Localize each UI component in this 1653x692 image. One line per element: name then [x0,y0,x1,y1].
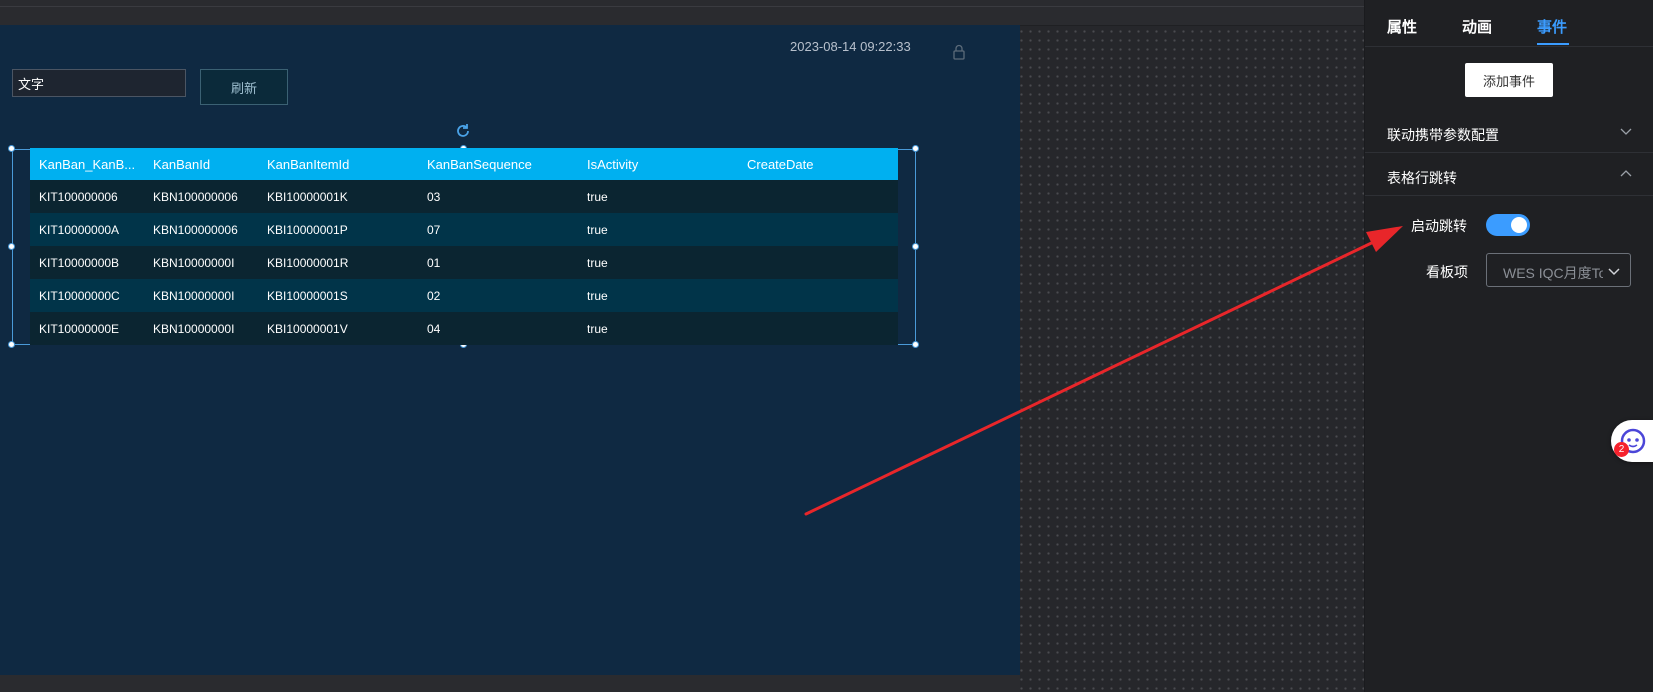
timestamp-display: 2023-08-14 09:22:33 [790,39,911,54]
table-cell: true [578,213,738,246]
data-table[interactable]: KanBan_KanB... KanBanId KanBanItemId Kan… [30,148,898,345]
text-input[interactable] [12,69,186,97]
table-cell: 03 [418,180,578,213]
column-header[interactable]: CreateDate [738,148,898,180]
resize-handle-bottom-left[interactable] [8,341,15,348]
panel-tabs: 属性 动画 事件 [1365,0,1653,47]
table-cell [738,279,898,312]
table-cell: true [578,246,738,279]
section-linkage-params[interactable]: 联动携带参数配置 [1365,111,1653,153]
table-cell: KBN10000000I [144,279,258,312]
enable-jump-label: 启动跳转 [1411,218,1467,234]
rotate-icon[interactable] [454,122,472,140]
tab-properties[interactable]: 属性 [1387,16,1417,37]
chevron-down-icon [1620,128,1632,135]
notification-badge: 2 [1614,442,1629,457]
column-header[interactable]: KanBan_KanB... [30,148,144,180]
add-event-button[interactable]: 添加事件 [1465,63,1553,97]
table-cell: true [578,180,738,213]
table-cell: KIT10000000C [30,279,144,312]
table-row[interactable]: KIT100000006 KBN100000006 KBI10000001K 0… [30,180,898,213]
table-cell: KIT10000000B [30,246,144,279]
table-cell: KBI10000001V [258,312,418,345]
table-cell: KIT10000000E [30,312,144,345]
chevron-up-icon [1620,170,1632,177]
section-table-row-jump[interactable]: 表格行跳转 [1365,154,1653,196]
lock-icon[interactable] [952,44,966,60]
table-cell [738,180,898,213]
table-cell: KBI10000001S [258,279,418,312]
table-cell: 01 [418,246,578,279]
resize-handle-left[interactable] [8,243,15,250]
table-cell [738,213,898,246]
table-cell: 04 [418,312,578,345]
table-cell: KIT10000000A [30,213,144,246]
table-cell: 07 [418,213,578,246]
table-cell: 02 [418,279,578,312]
column-header[interactable]: KanBanItemId [258,148,418,180]
board-item-value: WES IQC月度Top [1503,265,1603,281]
table-row[interactable]: KIT10000000A KBN100000006 KBI10000001P 0… [30,213,898,246]
column-header[interactable]: KanBanSequence [418,148,578,180]
design-canvas[interactable]: 2023-08-14 09:22:33 刷新 KanBan_KanB... Ka… [0,25,1020,675]
table-cell: KBN100000006 [144,180,258,213]
tab-events[interactable]: 事件 [1537,16,1567,37]
table-cell: KBN10000000I [144,312,258,345]
table-cell: KBI10000001R [258,246,418,279]
table-cell: KBN100000006 [144,213,258,246]
resize-handle-right[interactable] [912,243,919,250]
column-header[interactable]: KanBanId [144,148,258,180]
table-cell: KBN10000000I [144,246,258,279]
table-row[interactable]: KIT10000000B KBN10000000I KBI10000001R 0… [30,246,898,279]
table-cell [738,246,898,279]
tab-animation[interactable]: 动画 [1462,16,1492,37]
table-cell [738,312,898,345]
assistant-bubble[interactable]: 2 [1611,420,1653,462]
table-cell: KBI10000001K [258,180,418,213]
active-tab-indicator [1537,43,1569,45]
table-header-row: KanBan_KanB... KanBanId KanBanItemId Kan… [30,148,898,180]
refresh-button[interactable]: 刷新 [200,69,288,105]
canvas-bottom-strip [0,675,1020,692]
properties-panel: 属性 动画 事件 添加事件 联动携带参数配置 表格行跳转 启动跳转 看板项 WE… [1364,0,1653,692]
table-cell: KIT100000006 [30,180,144,213]
board-item-label: 看板项 [1426,264,1468,280]
table-cell: true [578,279,738,312]
toggle-knob [1511,217,1527,233]
resize-handle-top-left[interactable] [8,145,15,152]
table-cell: KBI10000001P [258,213,418,246]
table-row[interactable]: KIT10000000E KBN10000000I KBI10000001V 0… [30,312,898,345]
enable-jump-toggle[interactable] [1486,214,1530,236]
resize-handle-top-right[interactable] [912,145,919,152]
chevron-down-icon [1608,268,1620,276]
resize-handle-bottom-right[interactable] [912,341,919,348]
board-item-select[interactable]: WES IQC月度Top [1486,253,1631,287]
section-label: 表格行跳转 [1387,170,1457,186]
canvas-top-ruler [0,0,1364,26]
section-label: 联动携带参数配置 [1387,127,1499,143]
table-cell: true [578,312,738,345]
column-header[interactable]: IsActivity [578,148,738,180]
table-row[interactable]: KIT10000000C KBN10000000I KBI10000001S 0… [30,279,898,312]
